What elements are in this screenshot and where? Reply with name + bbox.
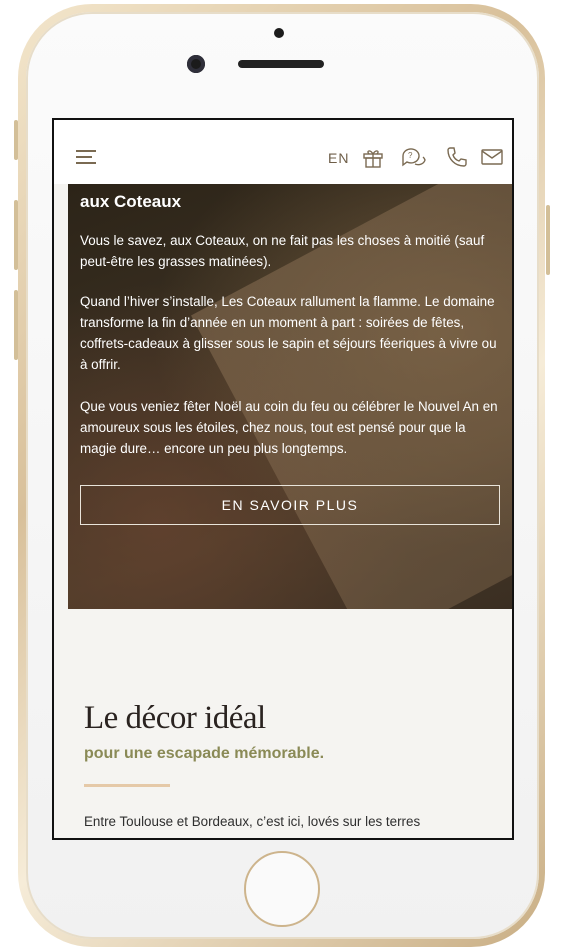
section-body-text: Entre Toulouse et Bordeaux, c’est ici, l… [84, 814, 421, 829]
gift-icon[interactable] [361, 145, 385, 169]
hero-paragraph-1: Vous le savez, aux Coteaux, on ne fait p… [80, 233, 485, 269]
earpiece-speaker [238, 60, 324, 68]
mail-icon[interactable] [480, 145, 504, 169]
section-subtitle: pour une escapade mémorable. [84, 745, 325, 762]
language-switch[interactable]: EN [328, 150, 349, 166]
chat-icon[interactable]: ? [400, 145, 428, 169]
phone-volume-up [14, 200, 18, 270]
top-navigation-bar: EN ? [54, 120, 512, 184]
menu-icon[interactable] [76, 150, 96, 164]
hero-paragraph-2: Quand l’hiver s’installe, Les Coteaux ra… [80, 294, 497, 372]
phone-power-button [546, 205, 550, 275]
proximity-sensor [274, 28, 284, 38]
section-divider [84, 784, 170, 787]
hero-paragraph-3: Que vous veniez fêter Noël au coin du fe… [80, 399, 498, 456]
section-title: Le décor idéal [84, 700, 266, 736]
hero-section: aux Coteaux Vous le savez, aux Coteaux, … [68, 184, 512, 609]
hero-title: aux Coteaux [80, 192, 182, 211]
phone-screen: EN ? aux Coteaux Vous le savez, aux Cote… [52, 118, 514, 840]
phone-icon[interactable] [445, 145, 469, 169]
svg-text:?: ? [408, 151, 413, 160]
phone-side-button [14, 120, 18, 160]
home-button[interactable] [244, 851, 320, 927]
learn-more-button[interactable]: EN SAVOIR PLUS [80, 485, 500, 525]
phone-volume-down [14, 290, 18, 360]
front-camera [187, 55, 205, 73]
